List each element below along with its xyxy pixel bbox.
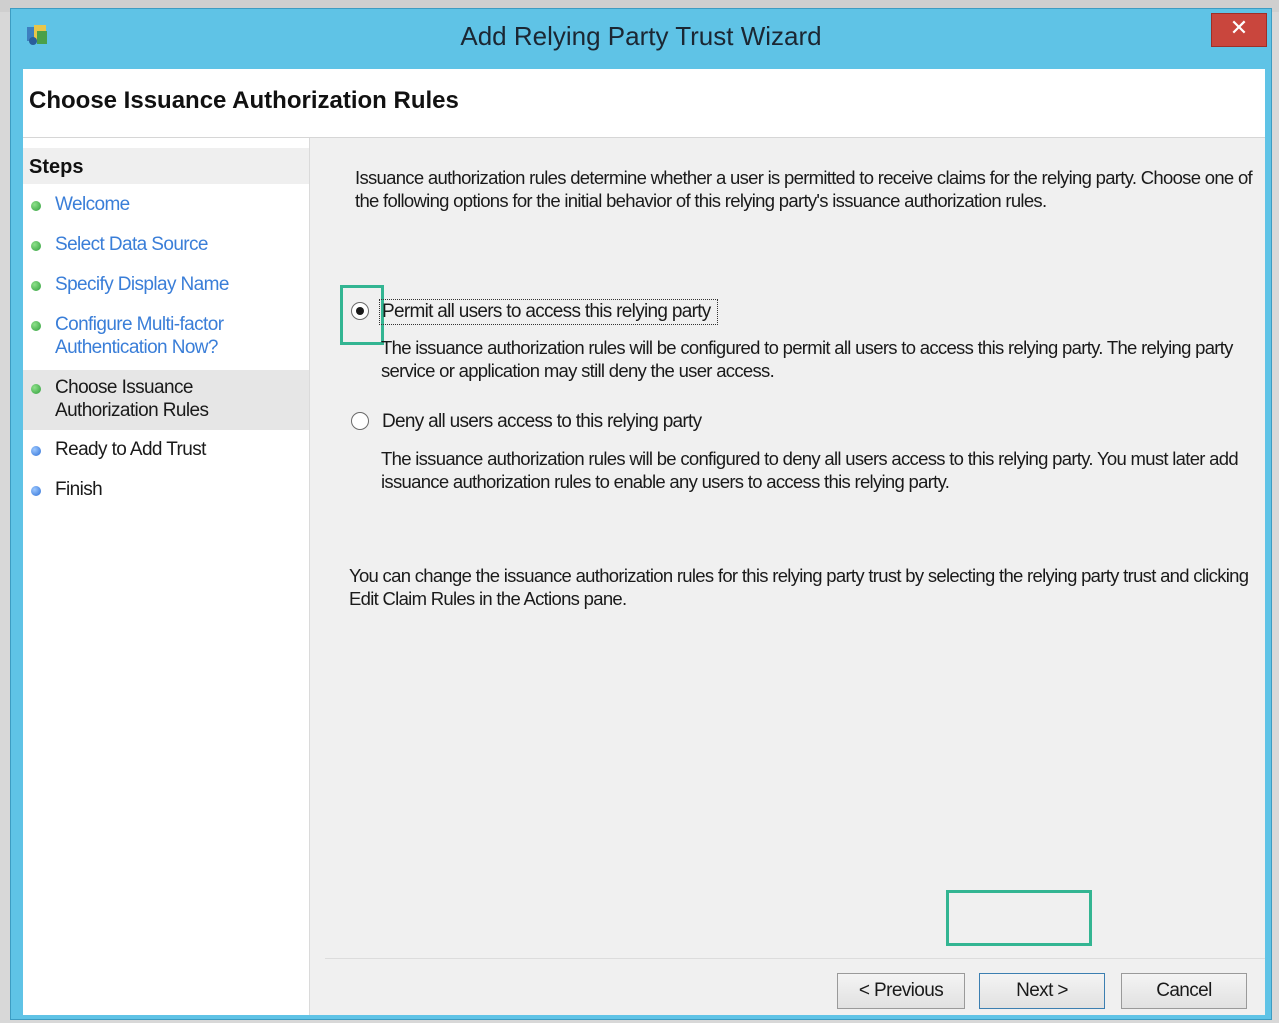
step-select-data-source[interactable]: Select Data Source (23, 233, 309, 261)
permit-all-label[interactable]: Permit all users to access this relying … (379, 299, 718, 325)
step-label: Choose Issuance Authorization Rules (55, 377, 209, 421)
step-complete-icon (31, 241, 41, 251)
deny-all-radio[interactable] (351, 412, 369, 430)
step-complete-icon (31, 201, 41, 211)
highlight-box-next-button (946, 890, 1092, 946)
wizard-window: Add Relying Party Trust Wizard ✕ Choose … (10, 8, 1272, 1020)
deny-all-label[interactable]: Deny all users access to this relying pa… (382, 411, 702, 433)
steps-panel: Steps Welcome Select Data Source Specify… (23, 138, 310, 1015)
step-label: Specify Display Name (55, 274, 229, 295)
step-finish: Finish (23, 478, 309, 506)
radio-selected-dot (356, 307, 364, 315)
step-current-icon (31, 384, 41, 394)
deny-all-description: The issuance authorization rules will be… (381, 448, 1239, 492)
step-pending-icon (31, 446, 41, 456)
page-title: Choose Issuance Authorization Rules (29, 87, 459, 114)
permit-all-radio[interactable] (351, 302, 369, 320)
step-label: Select Data Source (55, 234, 209, 255)
intro-text: Issuance authorization rules determine w… (355, 167, 1253, 211)
permit-all-description: The issuance authorization rules will be… (381, 337, 1233, 381)
next-button[interactable]: Next > (979, 973, 1105, 1009)
step-label: Finish (55, 479, 103, 500)
close-button[interactable]: ✕ (1211, 13, 1267, 47)
button-bar: < Previous Next > Cancel (325, 958, 1265, 1016)
step-specify-display-name[interactable]: Specify Display Name (23, 273, 309, 301)
step-label: Welcome (55, 194, 130, 215)
wizard-body: Choose Issuance Authorization Rules Step… (23, 69, 1265, 1015)
steps-heading-label: Steps (29, 156, 84, 178)
step-pending-icon (31, 486, 41, 496)
step-label: Ready to Add Trust (55, 439, 206, 460)
step-complete-icon (31, 321, 41, 331)
step-welcome[interactable]: Welcome (23, 193, 309, 221)
steps-heading: Steps (23, 148, 309, 184)
window-title: Add Relying Party Trust Wizard (460, 21, 822, 51)
step-choose-issuance-rules: Choose Issuance Authorization Rules (23, 370, 309, 430)
title-bar[interactable]: Add Relying Party Trust Wizard ✕ (11, 9, 1271, 61)
previous-button[interactable]: < Previous (837, 973, 965, 1009)
page-header: Choose Issuance Authorization Rules (23, 69, 1265, 138)
step-label: Configure Multi-factor Authentication No… (55, 314, 224, 358)
cancel-button[interactable]: Cancel (1121, 973, 1247, 1009)
content-area: Issuance authorization rules determine w… (325, 138, 1265, 958)
edit-rules-note: You can change the issuance authorizatio… (349, 565, 1249, 609)
step-complete-icon (31, 281, 41, 291)
step-ready-to-add-trust: Ready to Add Trust (23, 438, 309, 466)
step-configure-mfa[interactable]: Configure Multi-factor Authentication No… (23, 313, 309, 363)
